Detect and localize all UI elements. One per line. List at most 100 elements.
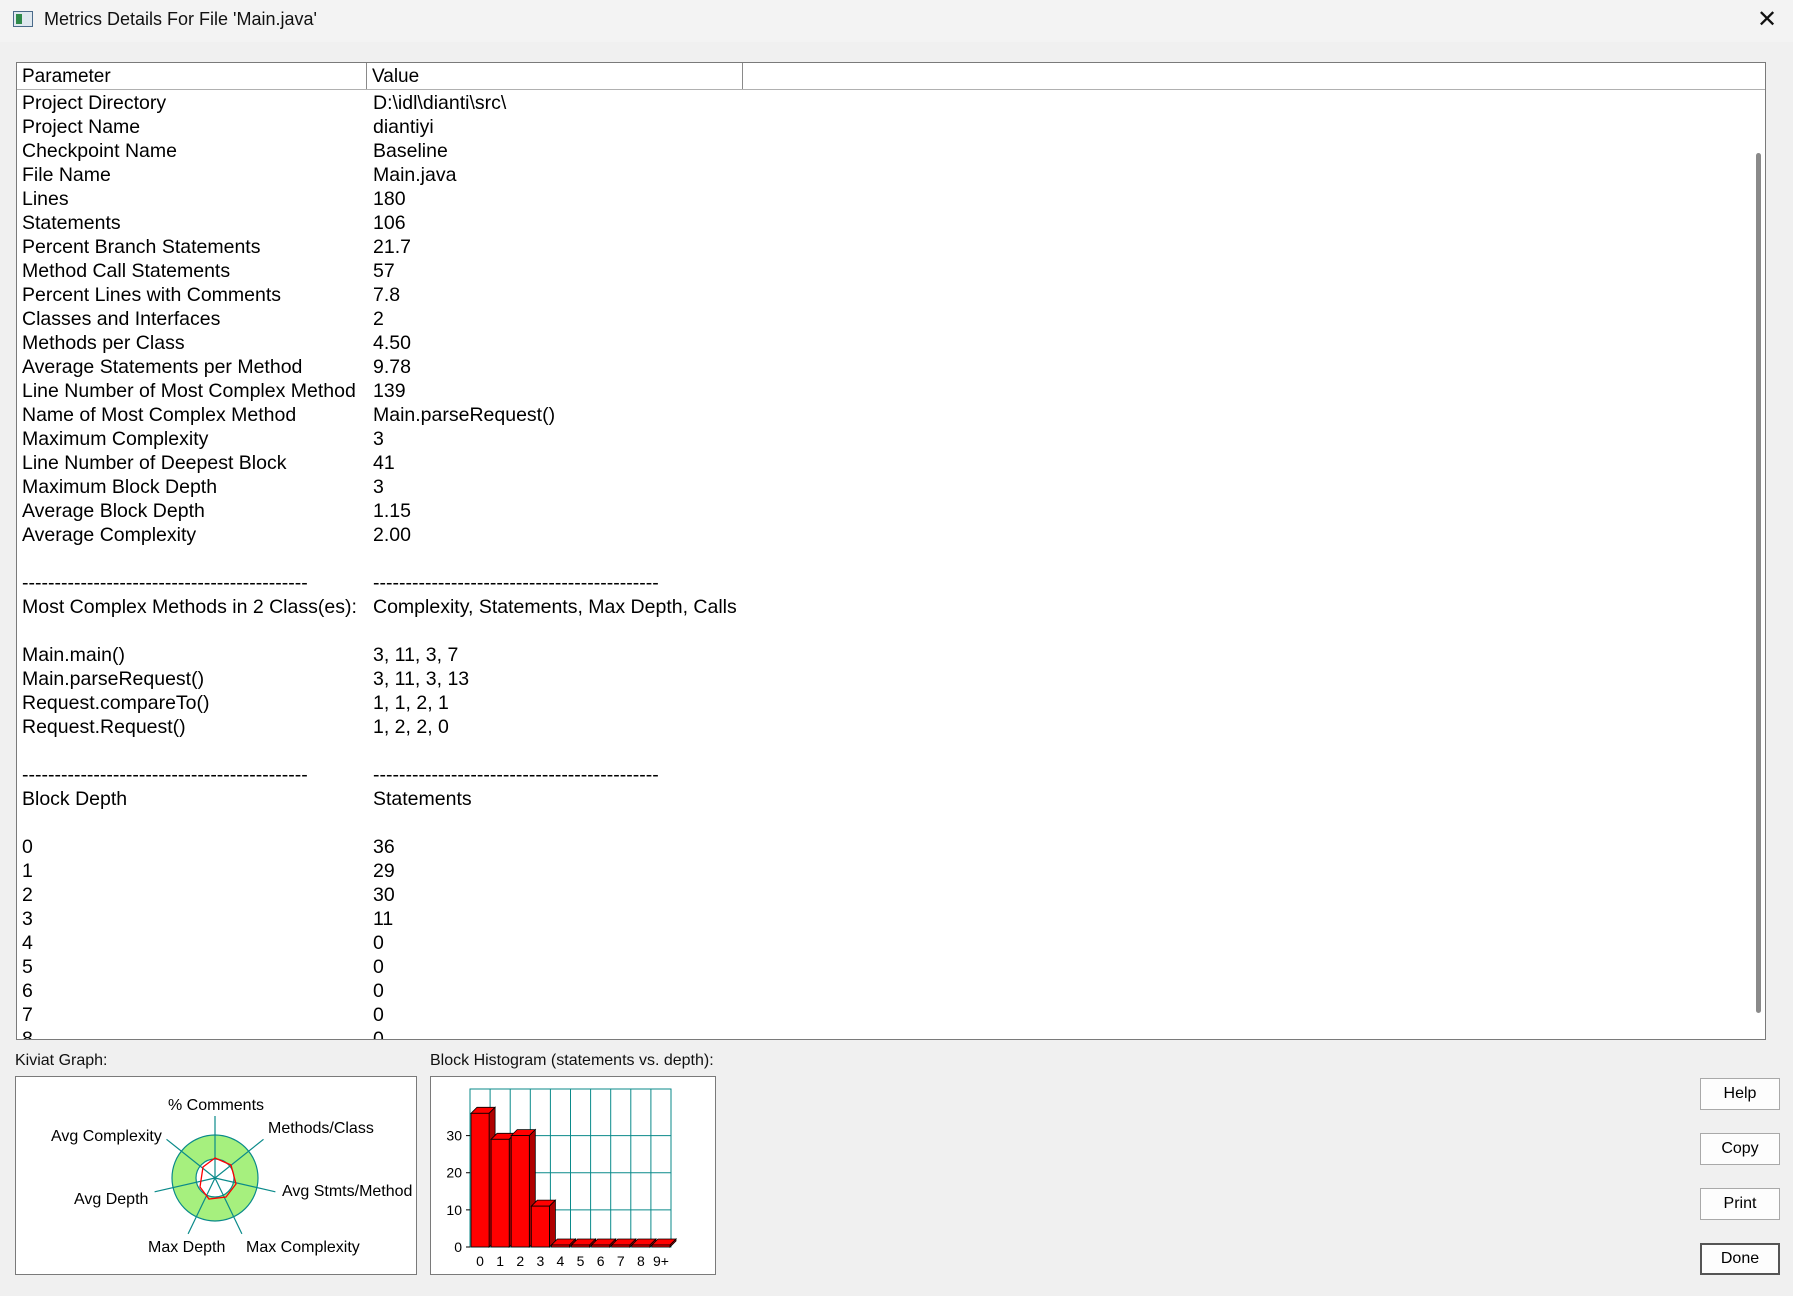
- kiviat-axis-label-methods-class: Methods/Class: [268, 1120, 374, 1137]
- parameter-cell: 5: [22, 956, 33, 978]
- parameter-cell: Request.compareTo(): [22, 692, 210, 714]
- table-row[interactable]: [17, 739, 1753, 763]
- parameter-cell: 1: [22, 860, 33, 882]
- parameter-cell: Percent Branch Statements: [22, 236, 261, 258]
- done-button[interactable]: Done: [1700, 1243, 1780, 1275]
- table-row[interactable]: 60: [17, 979, 1753, 1003]
- kiviat-axis-label-comments: % Comments: [168, 1097, 264, 1114]
- value-cell: Main.parseRequest(): [373, 404, 556, 426]
- help-button[interactable]: Help: [1700, 1078, 1780, 1110]
- table-row[interactable]: 3 11: [17, 907, 1753, 931]
- value-cell: 2: [373, 308, 384, 330]
- table-row[interactable]: Average Block Depth 1.15: [17, 499, 1753, 523]
- table-row[interactable]: Checkpoint Name Baseline: [17, 139, 1753, 163]
- value-cell: 0: [373, 956, 384, 978]
- block-histogram: 0 10 20 30 0 1 2 3 4 5 6 7 8 9+: [430, 1076, 716, 1275]
- value-cell: 29: [373, 860, 395, 882]
- table-row[interactable]: [17, 811, 1753, 835]
- histogram-x-tick-label: 2: [516, 1253, 524, 1269]
- parameter-cell: Lines: [22, 188, 69, 210]
- table-row[interactable]: Maximum Block Depth 3: [17, 475, 1753, 499]
- parameter-cell: Project Directory: [22, 92, 167, 114]
- parameter-cell: Methods per Class: [22, 332, 185, 354]
- table-body: Project Directory D:\idl\dianti\src\ Proje…: [17, 91, 1753, 1040]
- scrollbar-thumb[interactable]: [1756, 153, 1761, 1013]
- histogram-y-tick-label: 10: [446, 1202, 462, 1218]
- value-cell: 1, 1, 2, 1: [373, 692, 449, 714]
- table-row[interactable]: Request.Request() 1, 2, 2, 0: [17, 715, 1753, 739]
- table-row[interactable]: Average Complexity 2.00: [17, 523, 1753, 547]
- value-cell: 1.15: [373, 500, 411, 522]
- kiviat-label: Kiviat Graph:: [15, 1052, 108, 1069]
- table-row[interactable]: File Name Main.java: [17, 163, 1753, 187]
- parameter-cell: 7: [22, 1004, 33, 1026]
- table-row[interactable]: Average Statements per Method 9.78: [17, 355, 1753, 379]
- table-row[interactable]: Statements 106: [17, 211, 1753, 235]
- table-row[interactable]: Main.main() 3, 11, 3, 7: [17, 643, 1753, 667]
- table-row[interactable]: ----------------------------------------…: [17, 763, 1753, 787]
- print-button[interactable]: Print: [1700, 1188, 1780, 1220]
- table-row[interactable]: 0 36: [17, 835, 1753, 859]
- parameter-cell: Average Statements per Method: [22, 356, 303, 378]
- histogram-bar: [631, 1244, 651, 1248]
- table-row[interactable]: Most Complex Methods in 2 Class(es): Comp…: [17, 595, 1753, 619]
- table-row[interactable]: 70: [17, 1003, 1753, 1027]
- value-cell: 3: [373, 476, 384, 498]
- table-row[interactable]: 40: [17, 931, 1753, 955]
- value-cell: 57: [373, 260, 395, 282]
- column-header-value[interactable]: Value: [367, 63, 743, 89]
- table-row[interactable]: Main.parseRequest() 3, 11, 3, 13: [17, 667, 1753, 691]
- table-row[interactable]: [17, 547, 1753, 571]
- value-cell: 0: [373, 980, 384, 1002]
- table-row[interactable]: ----------------------------------------…: [17, 571, 1753, 595]
- parameter-cell: 8: [22, 1028, 33, 1040]
- table-row[interactable]: Lines 180: [17, 187, 1753, 211]
- histogram-x-tick-label: 1: [496, 1253, 504, 1269]
- kiviat-axis-label-avg-complexity: Avg Complexity: [51, 1128, 162, 1145]
- table-row[interactable]: Line Number of Most Complex Method 139: [17, 379, 1753, 403]
- table-row[interactable]: Project Directory D:\idl\dianti\src\: [17, 91, 1753, 115]
- table-row[interactable]: Methods per Class 4.50: [17, 331, 1753, 355]
- value-cell: ----------------------------------------…: [373, 572, 659, 594]
- table-row[interactable]: 1 29: [17, 859, 1753, 883]
- parameter-cell: 4: [22, 932, 33, 954]
- table-row[interactable]: Project Name diantiyi: [17, 115, 1753, 139]
- close-button[interactable]: ✕: [1741, 0, 1793, 42]
- table-row[interactable]: Maximum Complexity 3: [17, 427, 1753, 451]
- parameter-cell: Request.Request(): [22, 716, 186, 738]
- metrics-table[interactable]: Parameter Value Project Directory D:\idl\…: [16, 62, 1766, 1040]
- table-row[interactable]: Block Depth Statements: [17, 787, 1753, 811]
- table-row[interactable]: Method Call Statements 57: [17, 259, 1753, 283]
- parameter-cell: Maximum Block Depth: [22, 476, 218, 498]
- value-cell: 139: [373, 380, 406, 402]
- value-cell: 1, 2, 2, 0: [373, 716, 449, 738]
- histogram-x-tick-label: 0: [476, 1253, 484, 1269]
- table-row[interactable]: Line Number of Deepest Block 41: [17, 451, 1753, 475]
- table-row[interactable]: Request.compareTo() 1, 1, 2, 1: [17, 691, 1753, 715]
- table-row[interactable]: 2 30: [17, 883, 1753, 907]
- value-cell: 0: [373, 1028, 384, 1040]
- parameter-cell: ----------------------------------------…: [22, 764, 308, 786]
- kiviat-graph: % Comments Methods/Class Avg Stmts/Metho…: [15, 1076, 417, 1275]
- histogram-x-tick-label: 4: [557, 1253, 565, 1269]
- table-row[interactable]: Percent Branch Statements 21.7: [17, 235, 1753, 259]
- histogram-x-tick-label: 7: [617, 1253, 625, 1269]
- table-row[interactable]: Percent Lines with Comments 7.8: [17, 283, 1753, 307]
- histogram-bar-side: [549, 1199, 556, 1248]
- histogram-y-tick-label: 0: [454, 1239, 462, 1255]
- table-row[interactable]: Classes and Interfaces 2: [17, 307, 1753, 331]
- value-cell: 21.7: [373, 236, 411, 258]
- table-row[interactable]: 80: [17, 1027, 1753, 1040]
- value-cell: 4.50: [373, 332, 411, 354]
- table-row[interactable]: [17, 619, 1753, 643]
- column-header-parameter[interactable]: Parameter: [17, 63, 367, 89]
- histogram-bar: [571, 1244, 591, 1248]
- vertical-scrollbar[interactable]: [1751, 91, 1765, 1039]
- value-cell: D:\idl\dianti\src\: [373, 92, 507, 114]
- table-row[interactable]: 50: [17, 955, 1753, 979]
- histogram-label: Block Histogram (statements vs. depth):: [430, 1052, 714, 1069]
- parameter-cell: 3: [22, 908, 33, 930]
- copy-button[interactable]: Copy: [1700, 1133, 1780, 1165]
- table-row[interactable]: Name of Most Complex Method Main.parseReq…: [17, 403, 1753, 427]
- value-cell: 41: [373, 452, 395, 474]
